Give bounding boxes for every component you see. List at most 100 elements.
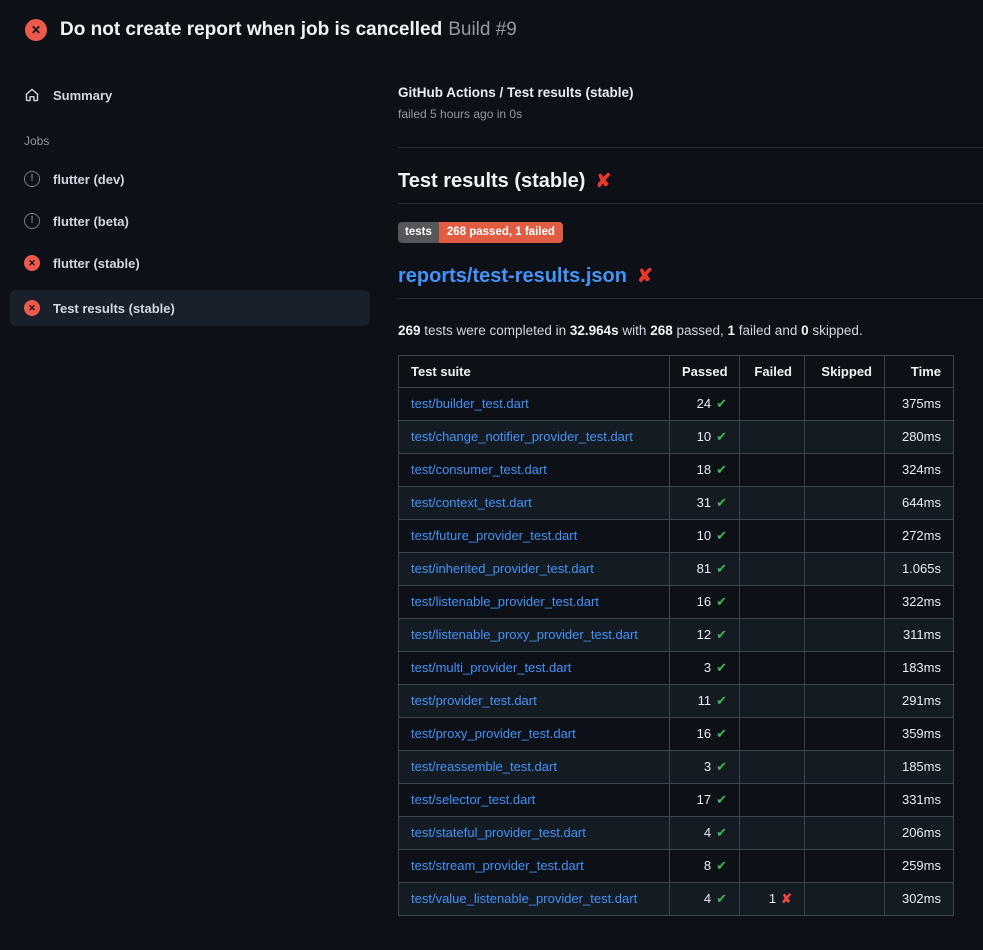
test-suite-link[interactable]: test/inherited_provider_test.dart	[411, 561, 594, 576]
check-icon: ✔	[716, 693, 727, 708]
time-cell: 644ms	[885, 486, 954, 519]
divider	[398, 147, 983, 148]
skipped-cell	[805, 552, 885, 585]
check-icon: ✔	[716, 660, 727, 675]
table-row: test/multi_provider_test.dart3✔183ms	[399, 651, 954, 684]
sidebar-item-summary[interactable]: Summary	[10, 80, 370, 110]
passed-cell: 3✔	[670, 651, 740, 684]
passed-cell: 17✔	[670, 783, 740, 816]
test-suite-link[interactable]: test/context_test.dart	[411, 495, 532, 510]
passed-cell: 4✔	[670, 882, 740, 915]
failed-cell	[740, 387, 805, 420]
test-suite-link[interactable]: test/future_provider_test.dart	[411, 528, 577, 543]
report-file-link[interactable]: reports/test-results.json	[398, 265, 627, 288]
check-icon: ✔	[716, 759, 727, 774]
tests-summary-line: 269 tests were completed in 32.964s with…	[398, 323, 983, 338]
time-cell: 311ms	[885, 618, 954, 651]
job-detail-panel: GitHub Actions / Test results (stable) f…	[398, 55, 983, 916]
test-suite-link[interactable]: test/stateful_provider_test.dart	[411, 825, 586, 840]
suite-cell: test/future_provider_test.dart	[399, 519, 670, 552]
check-icon: ✔	[716, 891, 727, 906]
column-header-test-suite: Test suite	[399, 355, 670, 387]
suite-cell: test/reassemble_test.dart	[399, 750, 670, 783]
report-title: reports/test-results.json ✘	[398, 265, 983, 299]
skipped-cell	[805, 750, 885, 783]
table-row: test/stream_provider_test.dart8✔259ms	[399, 849, 954, 882]
passed-cell: 12✔	[670, 618, 740, 651]
sidebar-item-label: Test results (stable)	[53, 301, 175, 316]
column-header-time: Time	[885, 355, 954, 387]
test-suite-link[interactable]: test/multi_provider_test.dart	[411, 660, 571, 675]
check-icon: ✔	[716, 858, 727, 873]
table-row: test/reassemble_test.dart3✔185ms	[399, 750, 954, 783]
time-cell: 359ms	[885, 717, 954, 750]
time-cell: 185ms	[885, 750, 954, 783]
test-suite-link[interactable]: test/change_notifier_provider_test.dart	[411, 429, 633, 444]
skipped-cell	[805, 783, 885, 816]
skipped-cell	[805, 882, 885, 915]
sidebar-item-flutter-dev[interactable]: ! flutter (dev)	[10, 164, 370, 194]
badge-value: 268 passed, 1 failed	[439, 222, 563, 243]
table-row: test/listenable_proxy_provider_test.dart…	[399, 618, 954, 651]
sidebar-item-flutter-beta[interactable]: ! flutter (beta)	[10, 206, 370, 236]
test-suite-link[interactable]: test/proxy_provider_test.dart	[411, 726, 576, 741]
suite-cell: test/context_test.dart	[399, 486, 670, 519]
check-icon: ✔	[716, 825, 727, 840]
test-suite-link[interactable]: test/value_listenable_provider_test.dart	[411, 891, 637, 906]
check-icon: ✔	[716, 594, 727, 609]
suite-cell: test/stateful_provider_test.dart	[399, 816, 670, 849]
test-results-body: test/builder_test.dart 24✔ 375ms test/chang…	[399, 387, 954, 915]
sidebar-item-test-results-stable[interactable]: ✕ Test results (stable)	[10, 290, 370, 326]
failed-cell	[740, 618, 805, 651]
skipped-cell	[805, 684, 885, 717]
test-results-table: Test suitePassedFailedSkippedTime test/b…	[398, 355, 954, 916]
suite-cell: test/inherited_provider_test.dart	[399, 552, 670, 585]
sidebar-item-flutter-stable[interactable]: ✕ flutter (stable)	[10, 248, 370, 278]
passed-cell: 18✔	[670, 453, 740, 486]
jobs-heading: Jobs	[24, 134, 370, 148]
skipped-cell	[805, 651, 885, 684]
test-suite-link[interactable]: test/listenable_provider_test.dart	[411, 594, 599, 609]
failed-cell	[740, 585, 805, 618]
x-icon: ✘	[781, 891, 792, 906]
sidebar-item-label: flutter (stable)	[53, 256, 140, 271]
suite-cell: test/change_notifier_provider_test.dart	[399, 420, 670, 453]
passed-cell: 31✔	[670, 486, 740, 519]
test-suite-link[interactable]: test/builder_test.dart	[411, 396, 529, 411]
x-circle-icon: ✕	[24, 255, 40, 271]
test-suite-link[interactable]: test/selector_test.dart	[411, 792, 535, 807]
skipped-cell	[805, 420, 885, 453]
test-suite-link[interactable]: test/provider_test.dart	[411, 693, 537, 708]
failed-cell	[740, 420, 805, 453]
alert-circle-icon: !	[24, 213, 40, 229]
column-header-failed: Failed	[740, 355, 805, 387]
test-suite-link[interactable]: test/listenable_proxy_provider_test.dart	[411, 627, 638, 642]
job-status-line: failed 5 hours ago in 0s	[398, 107, 983, 121]
test-suite-link[interactable]: test/consumer_test.dart	[411, 462, 547, 477]
time-cell: 331ms	[885, 783, 954, 816]
time-cell: 324ms	[885, 453, 954, 486]
skipped-cell	[805, 618, 885, 651]
time-cell: 1.065s	[885, 552, 954, 585]
sidebar-item-label: flutter (beta)	[53, 214, 129, 229]
time-cell: 206ms	[885, 816, 954, 849]
check-icon: ✔	[716, 561, 727, 576]
failed-cell	[740, 750, 805, 783]
failed-cell	[740, 783, 805, 816]
suite-cell: test/multi_provider_test.dart	[399, 651, 670, 684]
home-icon	[24, 87, 40, 103]
table-row: test/context_test.dart 31✔ 644ms	[399, 486, 954, 519]
failed-cell	[740, 453, 805, 486]
test-suite-link[interactable]: test/stream_provider_test.dart	[411, 858, 584, 873]
table-row: test/selector_test.dart 17✔ 331ms	[399, 783, 954, 816]
passed-cell: 4✔	[670, 816, 740, 849]
test-suite-link[interactable]: test/reassemble_test.dart	[411, 759, 557, 774]
passed-cell: 24✔	[670, 387, 740, 420]
table-row: test/inherited_provider_test.dart81✔1.06…	[399, 552, 954, 585]
time-cell: 375ms	[885, 387, 954, 420]
failed-cell	[740, 816, 805, 849]
check-icon: ✔	[716, 792, 727, 807]
x-circle-icon: ✕	[25, 19, 47, 41]
skipped-cell	[805, 717, 885, 750]
suite-cell: test/consumer_test.dart	[399, 453, 670, 486]
